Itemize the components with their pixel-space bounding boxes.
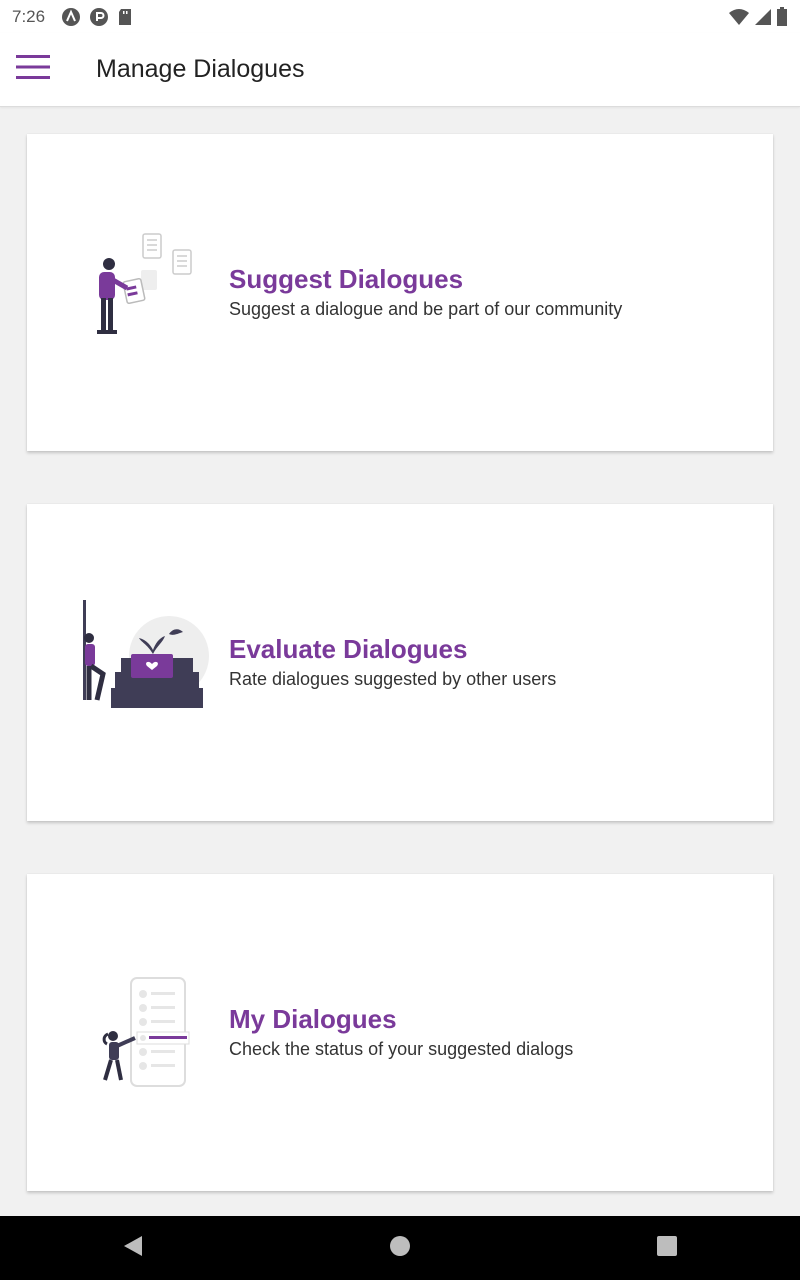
status-right [728, 6, 788, 27]
my-dialogues-card[interactable]: My Dialogues Check the status of your su… [27, 874, 773, 1191]
system-nav-bar [0, 1216, 800, 1280]
status-time: 7:26 [12, 6, 46, 26]
my-dialogues-illustration [77, 964, 217, 1094]
card-subtitle: Rate dialogues suggested by other users [229, 669, 557, 689]
card-subtitle: Suggest a dialogue and be part of our co… [229, 299, 623, 319]
card-title: My Dialogues [229, 1004, 397, 1034]
card-title: Suggest Dialogues [229, 264, 464, 294]
my-dialogues-text: My Dialogues Check the status of your su… [229, 1004, 573, 1060]
battery-icon [776, 6, 788, 27]
status-notification-icons [61, 7, 133, 27]
recents-icon [656, 1235, 677, 1261]
notification-a-icon [61, 7, 81, 27]
sd-card-icon [117, 8, 133, 26]
status-bar: 7:26 [0, 0, 800, 33]
page-title: Manage Dialogues [96, 55, 305, 83]
recents-button[interactable] [637, 1216, 697, 1280]
menu-icon [16, 55, 50, 84]
home-icon [389, 1235, 411, 1262]
evaluate-dialogues-card[interactable]: Evaluate Dialogues Rate dialogues sugges… [27, 504, 773, 821]
menu-button[interactable] [0, 33, 66, 107]
suggest-illustration [77, 224, 217, 354]
card-title: Evaluate Dialogues [229, 634, 468, 664]
suggest-dialogues-card[interactable]: Suggest Dialogues Suggest a dialogue and… [27, 134, 773, 451]
card-subtitle: Check the status of your suggested dialo… [229, 1039, 574, 1059]
notification-p-icon [89, 7, 109, 27]
status-left: 7:26 [12, 7, 133, 27]
signal-icon [754, 8, 772, 26]
evaluate-dialogues-text: Evaluate Dialogues Rate dialogues sugges… [229, 634, 556, 690]
evaluate-illustration [77, 594, 217, 724]
wifi-icon [728, 8, 750, 26]
back-button[interactable] [103, 1216, 163, 1280]
home-button[interactable] [370, 1216, 430, 1280]
suggest-dialogues-text: Suggest Dialogues Suggest a dialogue and… [229, 264, 622, 320]
app-bar: Manage Dialogues [0, 33, 800, 107]
back-icon [122, 1234, 144, 1263]
